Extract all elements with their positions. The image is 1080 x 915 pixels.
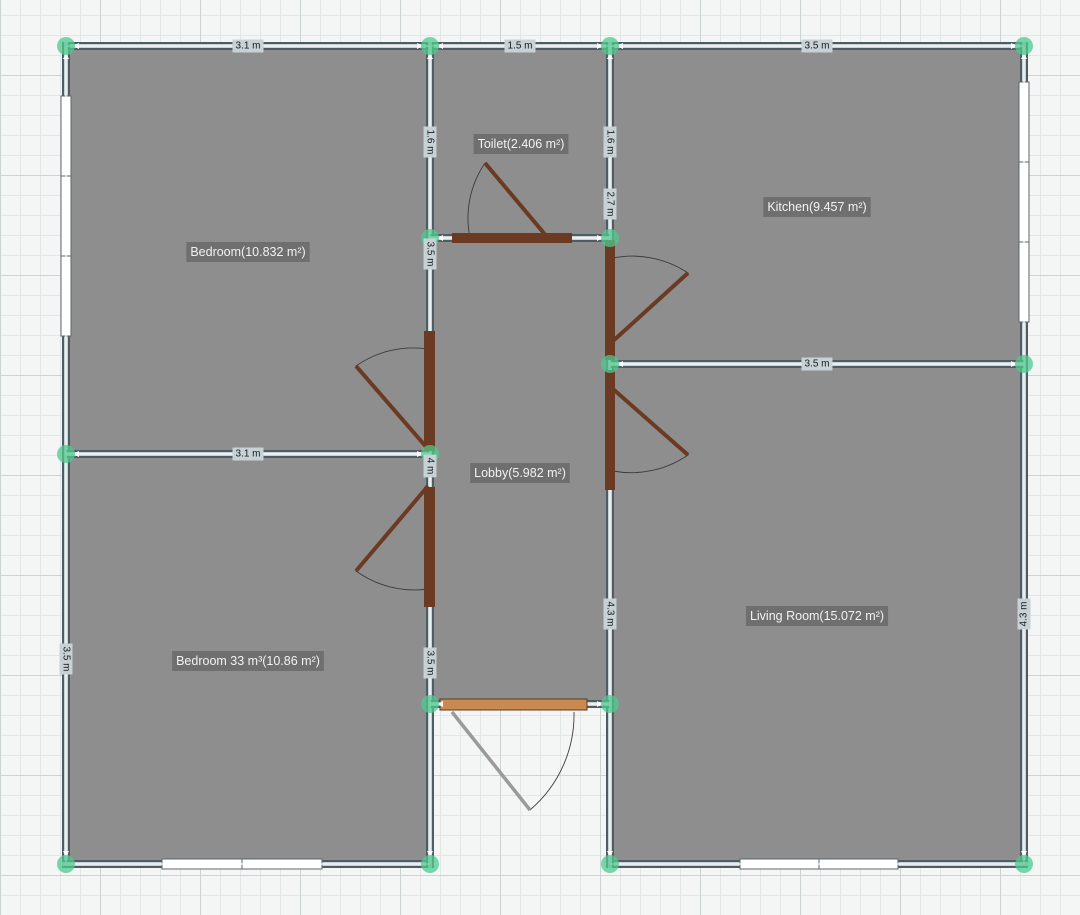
dimension-text: 3.5 m <box>425 650 436 675</box>
room-label-living-room[interactable]: Living Room(15.072 m²) <box>745 606 889 626</box>
dimension-text: 3.1 m <box>235 449 260 460</box>
floor-plan: 3.1 m 1.5 m 3.5 m 3.5 m 3.1 m 1.6 m 1.6 m 2.7 m… <box>57 37 1033 873</box>
dimension-top-left: 3.1 m <box>232 39 264 53</box>
dimension-kitchen-living: 3.5 m <box>801 357 833 371</box>
dimension-lobby-lower-left: 3.5 m <box>423 647 437 679</box>
dimension-text: 3.5 m <box>804 359 829 370</box>
corner-node[interactable] <box>421 695 439 713</box>
room-label-text: Lobby(5.982 m²) <box>474 466 566 480</box>
dimension-text: 3.1 m <box>235 41 260 52</box>
room-label-lobby[interactable]: Lobby(5.982 m²) <box>470 463 570 483</box>
dimension-text: 1.6 m <box>425 129 436 154</box>
dimension-text: 3.5 m <box>425 241 436 266</box>
dimension-text: 2.7 m <box>605 191 616 216</box>
corner-node[interactable] <box>1015 37 1033 55</box>
corner-node[interactable] <box>601 37 619 55</box>
room-label-bedroom-2[interactable]: Bedroom 33 m³(10.86 m²) <box>172 651 324 671</box>
dimension-text: 4.3 m <box>605 601 616 626</box>
dimension-text: 3.5 m <box>61 646 72 671</box>
dimension-lobby-upper-left: 3.5 m <box>423 238 437 270</box>
corner-node[interactable] <box>57 445 75 463</box>
corner-node[interactable] <box>57 855 75 873</box>
dimension-toilet-right: 1.6 m <box>603 126 617 158</box>
corner-node[interactable] <box>1015 355 1033 373</box>
corner-node[interactable] <box>421 37 439 55</box>
corner-node[interactable] <box>601 695 619 713</box>
dimension-lobby-mid-left: 4 m <box>423 454 437 478</box>
dimension-bedrooms-divider: 3.1 m <box>232 447 264 461</box>
corner-node[interactable] <box>1015 855 1033 873</box>
corner-node[interactable] <box>601 229 619 247</box>
room-label-toilet[interactable]: Toilet(2.406 m²) <box>473 134 569 154</box>
room-label-text: Kitchen(9.457 m²) <box>767 200 866 214</box>
room-label-text: Bedroom(10.832 m²) <box>190 245 305 259</box>
dimension-text: 4 m <box>425 458 436 475</box>
corner-node[interactable] <box>601 355 619 373</box>
dimension-top-middle: 1.5 m <box>504 39 536 53</box>
room-label-text: Living Room(15.072 m²) <box>750 609 884 623</box>
room-label-text: Toilet(2.406 m²) <box>478 137 565 151</box>
corner-node[interactable] <box>601 855 619 873</box>
room-label-bedroom-1[interactable]: Bedroom(10.832 m²) <box>186 242 310 262</box>
door-entrance[interactable] <box>439 698 588 812</box>
dimension-text: 4.3 m <box>1019 601 1030 626</box>
dimension-living-right: 4.3 m <box>1017 598 1031 630</box>
dimension-text: 1.6 m <box>605 129 616 154</box>
room-label-text: Bedroom 33 m³(10.86 m²) <box>176 654 320 668</box>
dimension-text: 3.5 m <box>804 41 829 52</box>
dimension-kitchen-lower: 2.7 m <box>603 188 617 220</box>
corner-node[interactable] <box>421 855 439 873</box>
dimension-toilet-left: 1.6 m <box>423 126 437 158</box>
corner-node[interactable] <box>57 37 75 55</box>
dimension-top-right: 3.5 m <box>801 39 833 53</box>
room-label-kitchen[interactable]: Kitchen(9.457 m²) <box>763 197 871 217</box>
dimension-bedroom-left: 3.5 m <box>59 643 73 675</box>
dimension-lobby-right: 4.3 m <box>603 598 617 630</box>
dimension-text: 1.5 m <box>507 41 532 52</box>
